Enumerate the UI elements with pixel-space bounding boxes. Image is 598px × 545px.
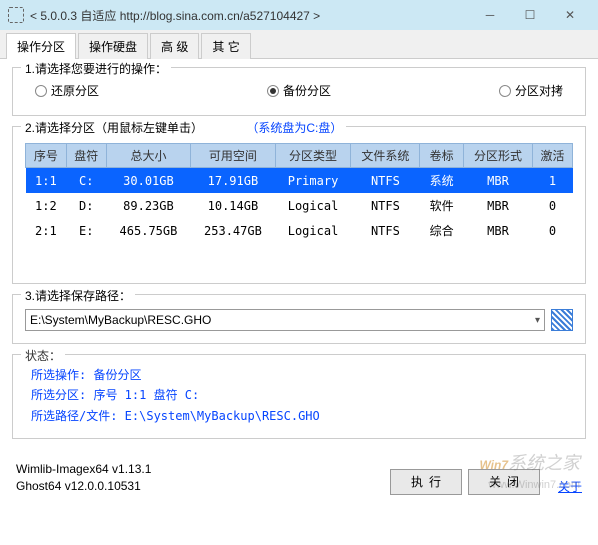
col-8[interactable]: 激活 bbox=[532, 144, 572, 168]
radio-restore[interactable]: 还原分区 bbox=[35, 82, 99, 99]
radio-restore-label: 还原分区 bbox=[51, 82, 99, 99]
watermark-url: www.Winwin7.com bbox=[488, 479, 580, 491]
col-2[interactable]: 总大小 bbox=[106, 144, 190, 168]
path-group: 3.请选择保存路径： E:\System\MyBackup\RESC.GHO ▾ bbox=[12, 294, 586, 344]
path-combo[interactable]: E:\System\MyBackup\RESC.GHO ▾ bbox=[25, 309, 545, 331]
col-0[interactable]: 序号 bbox=[26, 144, 67, 168]
tab-partition[interactable]: 操作分区 bbox=[6, 33, 76, 59]
version-block: Wimlib-Imagex64 v1.13.1 Ghost64 v12.0.0.… bbox=[16, 461, 384, 495]
operation-group: 1.请选择您要进行的操作： 还原分区 备份分区 分区对拷 bbox=[12, 67, 586, 116]
tab-disk[interactable]: 操作硬盘 bbox=[78, 33, 148, 59]
partition-table: 序号盘符总大小可用空间分区类型文件系统卷标分区形式激活 1:1C:30.01GB… bbox=[25, 143, 573, 243]
partition-group: 2.请选择分区（用鼠标左键单击） （系统盘为C:盘） 序号盘符总大小可用空间分区… bbox=[12, 126, 586, 284]
browse-button[interactable] bbox=[551, 309, 573, 331]
status-group: 状态： 所选操作: 备份分区 所选分区: 序号 1:1 盘符 C: 所选路径/文… bbox=[12, 354, 586, 439]
version-ghost: Ghost64 v12.0.0.10531 bbox=[16, 478, 384, 495]
col-5[interactable]: 文件系统 bbox=[351, 144, 420, 168]
radio-copy-label: 分区对拷 bbox=[515, 82, 563, 99]
maximize-button[interactable]: ☐ bbox=[510, 1, 550, 29]
radio-copy[interactable]: 分区对拷 bbox=[499, 82, 563, 99]
col-3[interactable]: 可用空间 bbox=[191, 144, 275, 168]
radio-backup[interactable]: 备份分区 bbox=[267, 82, 331, 99]
table-row[interactable]: 1:1C:30.01GB17.91GBPrimaryNTFS系统MBR1 bbox=[26, 168, 573, 194]
main-pane: 1.请选择您要进行的操作： 还原分区 备份分区 分区对拷 2.请选择分区（用鼠标… bbox=[0, 59, 598, 457]
tab-other[interactable]: 其 它 bbox=[201, 33, 250, 59]
status-header: 状态： bbox=[21, 347, 65, 364]
col-7[interactable]: 分区形式 bbox=[463, 144, 532, 168]
path-value: E:\System\MyBackup\RESC.GHO bbox=[30, 313, 211, 327]
execute-button[interactable]: 执行 bbox=[390, 469, 462, 495]
radio-backup-label: 备份分区 bbox=[283, 82, 331, 99]
chevron-down-icon: ▾ bbox=[535, 315, 540, 326]
title-bar: < 5.0.0.3 自适应 http://blog.sina.com.cn/a5… bbox=[0, 0, 598, 30]
close-button[interactable]: ✕ bbox=[550, 1, 590, 29]
status-line-part: 所选分区: 序号 1:1 盘符 C: bbox=[31, 385, 573, 405]
tab-bar: 操作分区 操作硬盘 高 级 其 它 bbox=[0, 30, 598, 59]
col-1[interactable]: 盘符 bbox=[66, 144, 106, 168]
col-4[interactable]: 分区类型 bbox=[275, 144, 351, 168]
window-title: < 5.0.0.3 自适应 http://blog.sina.com.cn/a5… bbox=[30, 7, 470, 24]
system-disk-note: （系统盘为C:盘） bbox=[246, 121, 342, 135]
operation-label: 1.请选择您要进行的操作： bbox=[21, 60, 171, 77]
version-wimlib: Wimlib-Imagex64 v1.13.1 bbox=[16, 461, 384, 478]
status-line-path: 所选路径/文件: E:\System\MyBackup\RESC.GHO bbox=[31, 406, 573, 426]
path-label: 3.请选择保存路径： bbox=[21, 287, 135, 304]
status-line-op: 所选操作: 备份分区 bbox=[31, 365, 573, 385]
table-row[interactable]: 1:2D:89.23GB10.14GBLogicalNTFS软件MBR0 bbox=[26, 193, 573, 218]
app-icon bbox=[8, 7, 24, 23]
footer: Wimlib-Imagex64 v1.13.1 Ghost64 v12.0.0.… bbox=[0, 457, 598, 503]
table-row[interactable]: 2:1E:465.75GB253.47GBLogicalNTFS综合MBR0 bbox=[26, 218, 573, 243]
tab-advanced[interactable]: 高 级 bbox=[150, 33, 199, 59]
partition-label: 2.请选择分区（用鼠标左键单击） （系统盘为C:盘） bbox=[21, 119, 346, 136]
col-6[interactable]: 卷标 bbox=[420, 144, 464, 168]
minimize-button[interactable]: ─ bbox=[470, 1, 510, 29]
